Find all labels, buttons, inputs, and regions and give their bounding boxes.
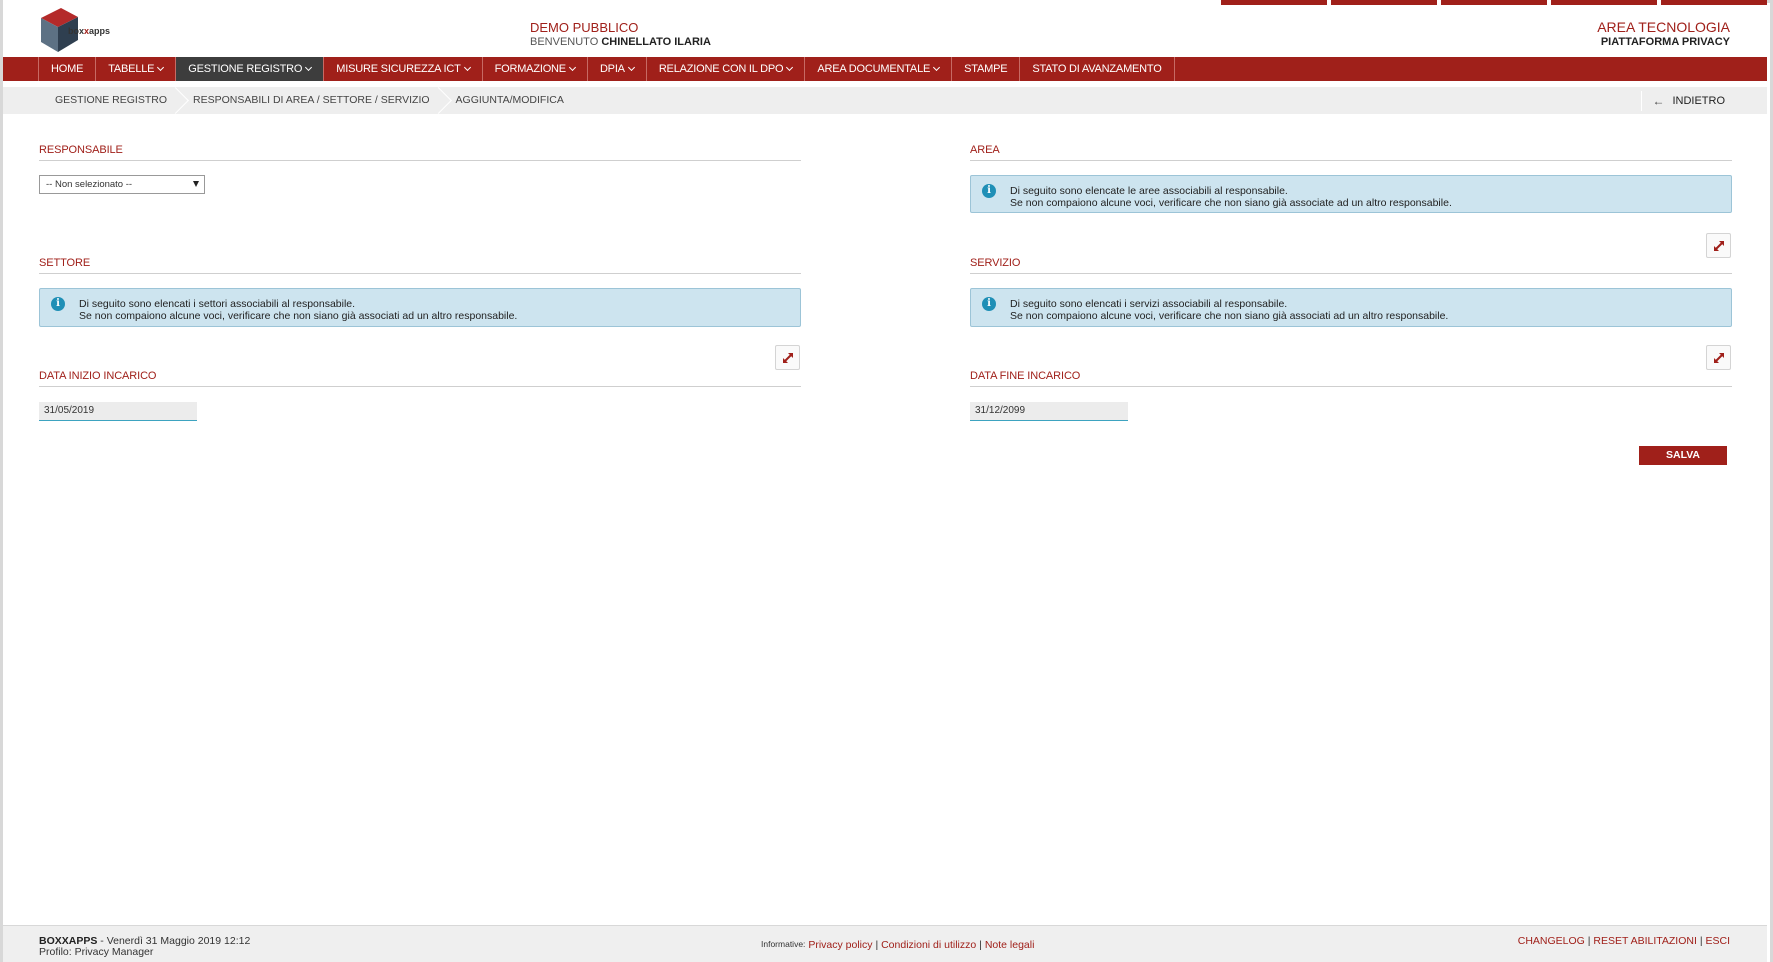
header-welcome: DEMO PUBBLICO BENVENUTO CHINELLATO ILARI… [530,20,711,50]
chevron-down-icon [157,63,165,72]
legal-notes-link[interactable]: Note legali [985,939,1035,951]
expand-arrows-icon [783,353,793,363]
org-name: DEMO PUBBLICO [530,20,639,35]
footer-links: Informative: Privacy policy | Condizioni… [761,939,1035,951]
nav-item-dpia[interactable]: DPIA [588,57,647,81]
nav-item-formazione[interactable]: FORMAZIONE [483,57,588,81]
nav-item-home[interactable]: HOME [39,57,97,81]
logo[interactable]: boxxapps [38,6,128,54]
privacy-policy-link[interactable]: Privacy policy [808,939,872,951]
data-fine-field[interactable]: 31/12/2099 [970,402,1128,421]
logo-text: boxxapps [68,26,111,36]
top-tab[interactable] [1661,0,1767,5]
footer-info: BOXXAPPS - Venerdì 31 Maggio 2019 12:12 … [39,936,250,958]
chevron-down-icon [305,63,313,72]
divider [39,386,801,387]
chevron-down-icon [933,63,941,72]
info-circle-icon: i [982,184,996,198]
divider [970,386,1732,387]
section-title-data-fine: DATA FINE INCARICO [970,370,1081,382]
info-box-area: i Di seguito sono elencate le aree assoc… [970,175,1732,213]
header: boxxapps DEMO PUBBLICO BENVENUTO CHINELL… [3,0,1767,56]
conditions-link[interactable]: Condizioni di utilizzo [881,939,976,951]
user-name: CHINELLATO ILARIA [601,36,711,48]
breadcrumb-item-current: AGGIUNTA/MODIFICA [455,94,564,106]
info-circle-icon: i [982,297,996,311]
arrow-left-icon: ← [1652,94,1665,108]
expand-area-button[interactable] [1706,233,1731,258]
breadcrumb-item[interactable]: GESTIONE REGISTRO [41,87,179,114]
chevron-down-icon [568,63,576,72]
nav-item-misure-sicurezza[interactable]: MISURE SICUREZZA ICT [324,57,483,81]
section-title-settore: SETTORE [39,257,91,269]
breadcrumb: GESTIONE REGISTRO RESPONSABILI DI AREA /… [3,87,1767,114]
info-box-servizio: i Di seguito sono elencati i servizi ass… [970,288,1732,327]
footer: BOXXAPPS - Venerdì 31 Maggio 2019 12:12 … [3,925,1767,962]
back-button[interactable]: ← INDIETRO [1641,91,1731,111]
chevron-down-icon [786,63,794,72]
nav-item-area-documentale[interactable]: AREA DOCUMENTALE [805,57,953,81]
footer-profile: Profilo: Privacy Manager [39,946,154,958]
platform-title: PIATTAFORMA PRIVACY [1600,36,1730,48]
welcome-line: BENVENUTO CHINELLATO ILARIA [530,36,711,48]
expand-arrows-icon [1714,241,1724,251]
info-box-settore: i Di seguito sono elencati i settori ass… [39,288,801,327]
top-tab[interactable] [1221,0,1327,5]
breadcrumb-item[interactable]: RESPONSABILI DI AREA / SETTORE / SERVIZI… [179,87,442,114]
nav-item-gestione-registro[interactable]: GESTIONE REGISTRO [176,57,325,81]
top-tab[interactable] [1441,0,1547,5]
top-tabs-strip [1221,0,1767,5]
data-inizio-field[interactable]: 31/05/2019 [39,402,197,421]
section-title-responsabile: RESPONSABILE [39,144,123,156]
expand-servizio-button[interactable] [1706,345,1731,370]
area-title: AREA TECNOLOGIA [1597,19,1730,35]
top-tab[interactable] [1331,0,1437,5]
logout-link[interactable]: ESCI [1705,935,1730,947]
section-title-area: AREA [970,144,1000,156]
nav-item-tabelle[interactable]: TABELLE [96,57,177,81]
footer-actions: CHANGELOG | RESET ABILITAZIONI | ESCI [1517,935,1730,947]
chevron-down-icon [627,63,635,72]
chevron-down-icon [463,63,471,72]
divider [970,273,1732,274]
caret-down-icon [193,181,199,187]
divider [39,273,801,274]
expand-settore-button[interactable] [775,345,800,370]
divider [39,160,801,161]
section-title-data-inizio: DATA INIZIO INCARICO [39,370,157,382]
responsabile-select[interactable]: -- Non selezionato -- [39,175,205,194]
nav-item-relazione-dpo[interactable]: RELAZIONE CON IL DPO [647,57,806,81]
divider [970,160,1732,161]
reset-abilitazioni-link[interactable]: RESET ABILITAZIONI [1593,935,1696,947]
save-button[interactable]: SALVA [1639,446,1727,465]
top-tab[interactable] [1551,0,1657,5]
header-area: AREA TECNOLOGIA PIATTAFORMA PRIVACY [1597,20,1730,50]
info-circle-icon: i [51,297,65,311]
changelog-link[interactable]: CHANGELOG [1518,935,1585,947]
nav-item-stato-avanzamento[interactable]: STATO DI AVANZAMENTO [1020,57,1175,81]
section-title-servizio: SERVIZIO [970,257,1021,269]
nav-item-stampe[interactable]: STAMPE [952,57,1021,81]
window-frame [0,0,1773,962]
main-nav: HOME TABELLE GESTIONE REGISTRO MISURE SI… [3,57,1767,81]
expand-arrows-icon [1714,353,1724,363]
